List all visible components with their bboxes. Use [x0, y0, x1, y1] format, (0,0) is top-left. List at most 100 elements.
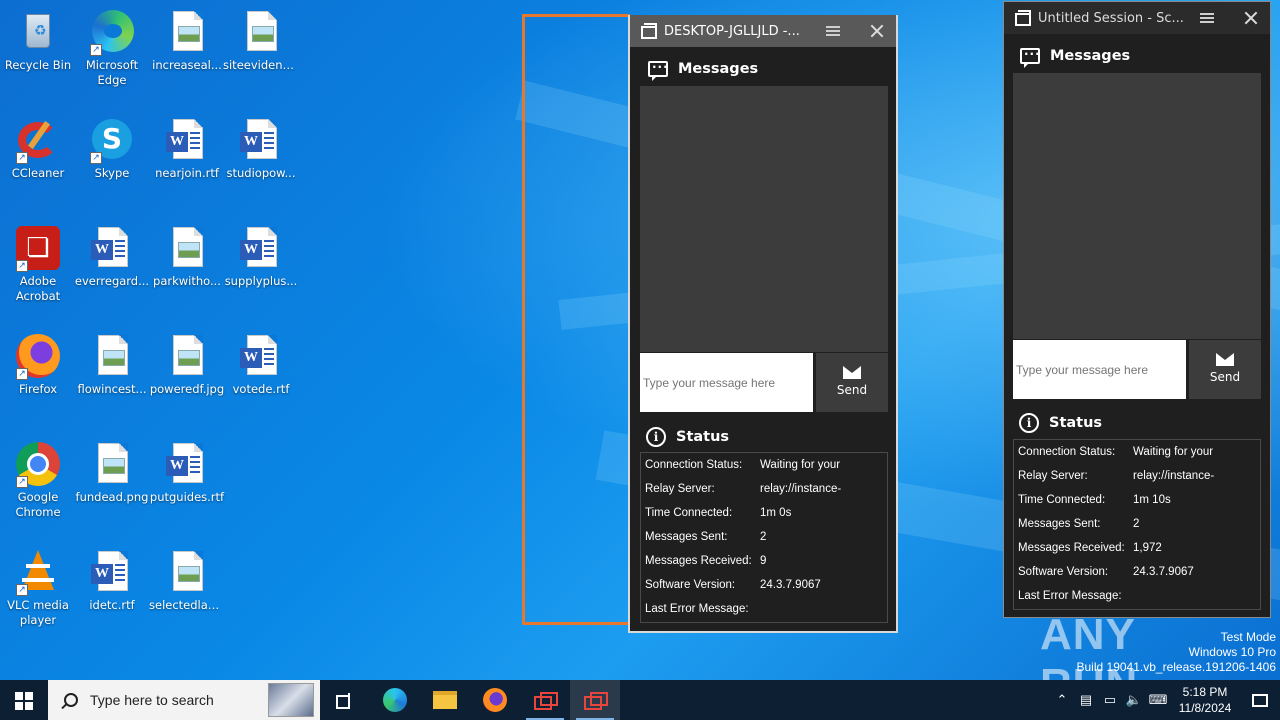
desktop-icon-flowincest[interactable]: flowincest...: [74, 332, 150, 397]
word-icon: W: [237, 116, 285, 164]
status-value: 2: [760, 531, 767, 543]
desktop-icon-label: supplyplus...: [224, 274, 298, 288]
vlc-icon: ↗: [14, 548, 62, 596]
network-icon[interactable]: ▤: [1074, 680, 1098, 720]
session-window-untitled[interactable]: Untitled Session - Sc... Messages Send i…: [1003, 1, 1271, 618]
image-icon: [88, 440, 136, 488]
message-input[interactable]: [640, 353, 813, 412]
notification-icon: [1252, 693, 1268, 707]
send-button[interactable]: Send: [816, 353, 888, 412]
window-icon: [640, 23, 657, 39]
desktop-icon-siteevidenc[interactable]: siteevidenc...: [223, 8, 299, 73]
window-title: DESKTOP-JGLLJLD -...: [664, 23, 800, 39]
desktop-icon-studiopow[interactable]: Wstudiopow...: [223, 116, 299, 181]
taskbar-search[interactable]: Type here to search: [48, 680, 320, 720]
desktop-icon-selectedlan[interactable]: selectedlan...: [149, 548, 225, 613]
close-icon[interactable]: [870, 24, 884, 38]
status-value: Waiting for your: [760, 459, 841, 471]
status-value: 1,972: [1133, 542, 1162, 554]
title-bar[interactable]: DESKTOP-JGLLJLD -...: [630, 15, 896, 47]
taskbar-session-2[interactable]: [570, 680, 620, 720]
clock[interactable]: 5:18 PM 11/8/2024: [1170, 684, 1240, 716]
title-bar[interactable]: Untitled Session - Sc...: [1004, 2, 1270, 34]
status-key: Software Version:: [645, 579, 736, 591]
status-value: 1m 10s: [1133, 494, 1171, 506]
ccleaner-icon: ↗: [14, 116, 62, 164]
status-value: relay://instance-: [1133, 470, 1215, 482]
taskbar-firefox[interactable]: [470, 680, 520, 720]
desktop-icon-ccleaner[interactable]: ↗ CCleaner: [0, 116, 76, 181]
status-row: Last Error Message:: [1014, 584, 1260, 608]
status-value: relay://instance-: [760, 483, 842, 495]
status-row: Software Version: 24.3.7.9067: [641, 573, 887, 597]
desktop-icon-fundead-png[interactable]: fundead.png: [74, 440, 150, 505]
desktop-icon-vlc-media-player[interactable]: ↗ VLC media player: [0, 548, 76, 628]
menu-icon[interactable]: [1200, 13, 1214, 23]
desktop-icon-idetc-rtf[interactable]: Widetc.rtf: [74, 548, 150, 613]
desktop-icon-skype[interactable]: S ↗ Skype: [74, 116, 150, 181]
taskbar-edge[interactable]: [370, 680, 420, 720]
image-icon: [163, 8, 211, 56]
desktop-icon-google-chrome[interactable]: ↗ Google Chrome: [0, 440, 76, 520]
word-icon: W: [163, 116, 211, 164]
task-view-icon: [336, 693, 354, 709]
menu-icon[interactable]: [826, 26, 840, 36]
edge-icon: [383, 688, 407, 712]
firefox-icon: [483, 688, 507, 712]
desktop-icon-parkwitho[interactable]: parkwitho...: [149, 224, 225, 289]
status-row: Messages Sent: 2: [641, 525, 887, 549]
taskbar: Type here to search ⌃ ▤ ▭ 🔈 ⌨ 5:18 PM 11…: [0, 680, 1280, 720]
image-icon: [88, 332, 136, 380]
desktop-icon-supplyplus[interactable]: Wsupplyplus...: [223, 224, 299, 289]
status-key: Messages Sent:: [645, 531, 728, 543]
session-window-desktop[interactable]: DESKTOP-JGLLJLD -... Messages Send i Sta…: [628, 15, 898, 633]
desktop-icon-putguides-rtf[interactable]: Wputguides.rtf: [149, 440, 225, 505]
desktop-icon-increaseal[interactable]: increaseal...: [149, 8, 225, 73]
status-row: Connection Status: Waiting for your: [1014, 440, 1260, 464]
search-highlight-image: [268, 683, 314, 717]
info-icon: i: [1019, 413, 1039, 433]
status-heading: i Status: [1019, 413, 1102, 433]
taskbar-session-1[interactable]: [520, 680, 570, 720]
desktop-icon-everregard[interactable]: Weverregard...: [74, 224, 150, 289]
task-view-button[interactable]: [320, 680, 370, 720]
status-row: Messages Received: 9: [641, 549, 887, 573]
message-history: [1013, 73, 1261, 339]
chevron-up-icon[interactable]: ⌃: [1050, 680, 1074, 720]
desktop-icon-nearjoin-rtf[interactable]: Wnearjoin.rtf: [149, 116, 225, 181]
status-value: 2: [1133, 518, 1140, 530]
status-row: Last Error Message:: [641, 597, 887, 621]
info-icon: i: [646, 427, 666, 447]
desktop-icon-label: siteevidenc...: [223, 58, 299, 72]
shortcut-arrow-icon: ↗: [90, 44, 102, 56]
status-row: Messages Sent: 2: [1014, 512, 1260, 536]
desktop-icon-microsoft-edge[interactable]: ↗ Microsoft Edge: [74, 8, 150, 88]
word-icon: W: [88, 224, 136, 272]
taskbar-file-explorer[interactable]: [420, 680, 470, 720]
message-input[interactable]: [1013, 340, 1186, 399]
desktop-icon-votede-rtf[interactable]: Wvotede.rtf: [223, 332, 299, 397]
volume-icon[interactable]: 🔈: [1122, 680, 1146, 720]
desktop-icon-label: idetc.rtf: [89, 598, 135, 612]
status-key: Last Error Message:: [1018, 590, 1122, 602]
chat-icon: [1020, 44, 1041, 68]
close-icon[interactable]: [1244, 11, 1258, 25]
desktop-icon-firefox[interactable]: ↗ Firefox: [0, 332, 76, 397]
desktop-icon-adobe-acrobat[interactable]: ❏ ↗ Adobe Acrobat: [0, 224, 76, 304]
desktop-icon-label: parkwitho...: [153, 274, 221, 288]
desktop-icon-recycle-bin[interactable]: ♻ Recycle Bin: [0, 8, 76, 73]
desktop-icon-label: Recycle Bin: [4, 58, 72, 72]
notification-center-button[interactable]: [1240, 680, 1280, 720]
battery-icon[interactable]: ▭: [1098, 680, 1122, 720]
input-icon[interactable]: ⌨: [1146, 680, 1170, 720]
send-button[interactable]: Send: [1189, 340, 1261, 399]
desktop-icon-poweredf-jpg[interactable]: poweredf.jpg: [149, 332, 225, 397]
status-value: 24.3.7.9067: [1133, 566, 1194, 578]
word-icon: W: [237, 224, 285, 272]
status-table: Connection Status: Waiting for your Relay …: [1013, 439, 1261, 610]
status-key: Messages Received:: [1018, 542, 1125, 554]
desktop: ♻ Recycle Bin ↗ Microsoft Edge increaseal...…: [0, 0, 1280, 680]
windows-logo-icon: [15, 692, 23, 700]
start-button[interactable]: [0, 680, 48, 720]
test-mode-info: Test Mode Windows 10 Pro Build 19041.vb_…: [1076, 630, 1277, 674]
